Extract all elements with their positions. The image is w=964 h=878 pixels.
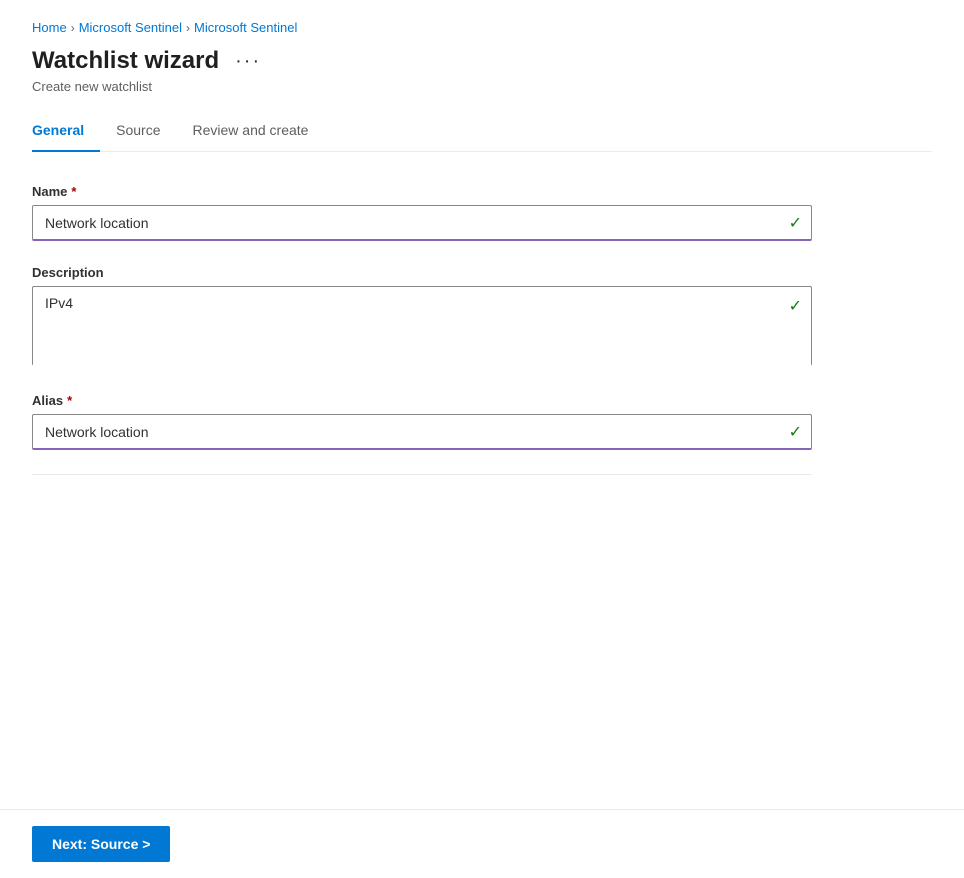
name-checkmark: ✓ — [789, 213, 802, 233]
breadcrumb-home[interactable]: Home — [32, 20, 67, 35]
alias-checkmark: ✓ — [789, 422, 802, 442]
breadcrumb-separator-2: › — [186, 21, 190, 35]
alias-input-wrapper: ✓ — [32, 414, 812, 450]
name-form-group: Name * ✓ — [32, 184, 812, 241]
page-wrapper: Home › Microsoft Sentinel › Microsoft Se… — [0, 0, 964, 878]
main-content: Home › Microsoft Sentinel › Microsoft Se… — [0, 0, 964, 809]
alias-form-group: Alias * ✓ — [32, 393, 812, 450]
breadcrumb-sentinel-1[interactable]: Microsoft Sentinel — [79, 20, 182, 35]
page-title: Watchlist wizard — [32, 47, 219, 75]
more-options-button[interactable]: ··· — [229, 48, 267, 75]
breadcrumb-sentinel-2[interactable]: Microsoft Sentinel — [194, 20, 297, 35]
description-checkmark: ✓ — [789, 296, 802, 316]
breadcrumb: Home › Microsoft Sentinel › Microsoft Se… — [32, 20, 932, 35]
tab-general[interactable]: General — [32, 114, 100, 152]
alias-input[interactable] — [32, 414, 812, 450]
breadcrumb-separator-1: › — [71, 21, 75, 35]
form-divider — [32, 474, 812, 475]
next-source-button[interactable]: Next: Source > — [32, 826, 170, 862]
form-area: Name * ✓ Description IPv4 ✓ — [32, 152, 812, 519]
page-subtitle: Create new watchlist — [32, 79, 932, 94]
alias-required-star: * — [67, 393, 72, 408]
name-label: Name * — [32, 184, 812, 199]
description-textarea-wrapper: IPv4 ✓ — [32, 286, 812, 369]
alias-label: Alias * — [32, 393, 812, 408]
name-input[interactable] — [32, 205, 812, 241]
page-header: Watchlist wizard ··· — [32, 47, 932, 75]
name-required-star: * — [71, 184, 76, 199]
description-form-group: Description IPv4 ✓ — [32, 265, 812, 369]
tab-source[interactable]: Source — [116, 114, 176, 152]
footer: Next: Source > — [0, 809, 964, 878]
tab-review-and-create[interactable]: Review and create — [193, 114, 325, 152]
tabs: General Source Review and create — [32, 114, 932, 152]
description-label: Description — [32, 265, 812, 280]
name-input-wrapper: ✓ — [32, 205, 812, 241]
description-input[interactable]: IPv4 — [32, 286, 812, 366]
